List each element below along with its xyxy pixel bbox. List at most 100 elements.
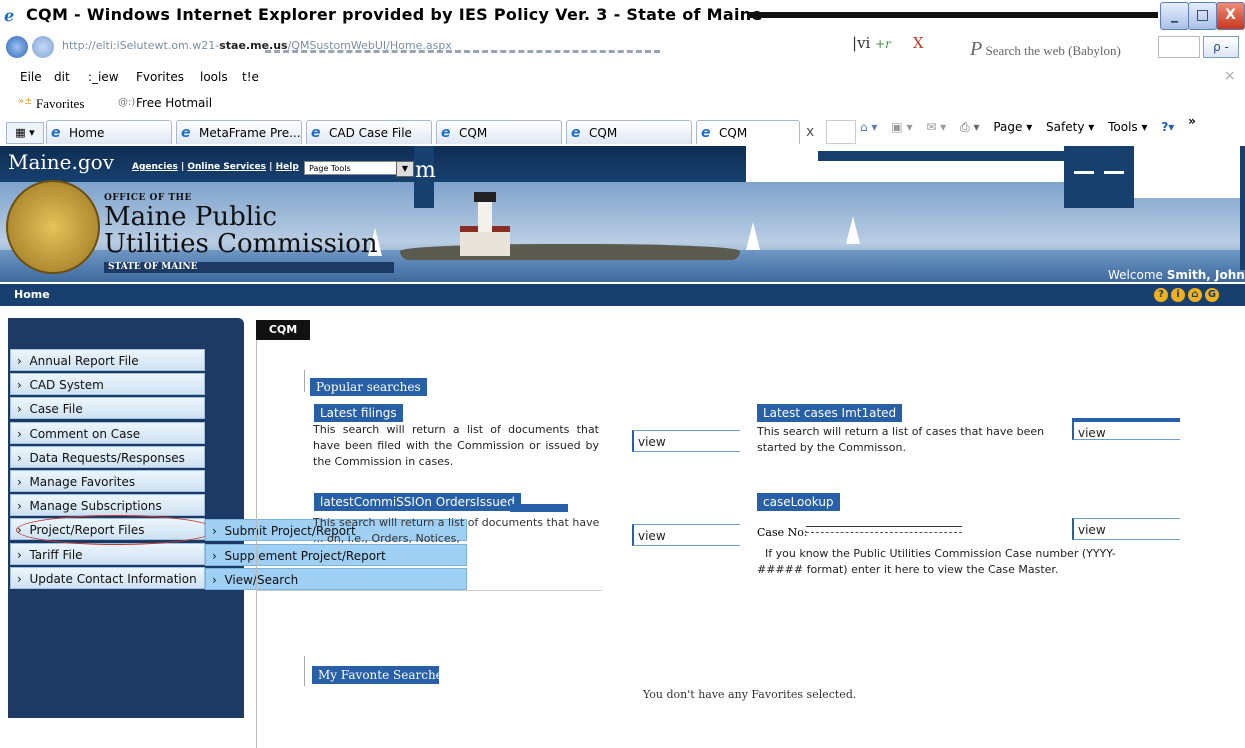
sidebar-item-tariff-file[interactable]: › Tariff File — [10, 543, 205, 565]
content-tab-cqm[interactable]: CQM — [256, 320, 310, 340]
menu-help[interactable]: t!e — [242, 70, 259, 84]
sidebar-item-manage-subscriptions[interactable]: › Manage Subscriptions — [10, 494, 205, 516]
help-icon[interactable]: ? — [1154, 288, 1168, 302]
menu-bar: Eile dit :_iew Fvorites lools t!e — [0, 64, 1245, 88]
address-underline — [265, 50, 660, 53]
latest-cases-view-button[interactable]: view — [1072, 418, 1180, 440]
header-icon-group: ? i ⌂ G — [1154, 286, 1222, 302]
search-go-button[interactable]: ρ - — [1203, 36, 1239, 58]
close-window-button[interactable]: X — [1216, 2, 1245, 30]
latest-cases-heading: Latest cases Imt1ated — [757, 404, 903, 422]
latest-orders-heading: latestCommiSSIOn OrdersIssued — [314, 493, 521, 511]
safety-menu[interactable]: Safety ▾ — [1046, 120, 1094, 134]
favorites-button[interactable]: Favorites — [36, 96, 84, 112]
tools-menu[interactable]: Tools ▾ — [1108, 120, 1147, 134]
info-icon[interactable]: i — [1171, 288, 1185, 302]
welcome-message: Welcome Smith, John — [1108, 268, 1245, 282]
latest-filings-description: This search will return a list of docume… — [313, 423, 599, 468]
sidebar-item-annual-report[interactable]: › Annual Report File — [10, 349, 205, 371]
help-link[interactable]: Help — [276, 162, 299, 172]
menu-edit[interactable]: dit — [54, 70, 70, 84]
agencies-link[interactable]: Agencies — [132, 162, 178, 172]
help-menu[interactable]: ?▾ — [1161, 120, 1174, 134]
chevron-down-icon[interactable]: ▼ — [396, 161, 414, 177]
divider — [304, 370, 305, 392]
sidebar-item-data-requests[interactable]: › Data Requests/Responses — [10, 446, 205, 468]
tab-cqm-2[interactable]: e CQM — [566, 120, 692, 144]
case-lookup-heading: caseLookup — [757, 493, 840, 511]
case-no-label: Case No: — [757, 526, 808, 539]
ie-tab-icon: e — [701, 125, 711, 141]
menu-favorites[interactable]: Fvorites — [136, 70, 184, 84]
window-title-bar: ℯ CQM - Windows Internet Explorer provid… — [0, 0, 1245, 32]
breadcrumb-bar — [0, 284, 1245, 306]
heading-rule — [510, 504, 568, 512]
new-tab-button[interactable] — [826, 120, 856, 144]
tab-cad-case-file[interactable]: e CAD Case File — [306, 120, 432, 144]
minimize-button[interactable]: _ — [1160, 2, 1189, 30]
command-bar: ⌂ ▾ ▣ ▾ ✉ ▾ ⎙ ▾ Page ▾ Safety ▾ Tools ▾ … — [860, 114, 1206, 144]
quick-tabs-button[interactable]: ▦ ▾ — [6, 122, 44, 144]
tab-cqm-1[interactable]: e CQM — [436, 120, 562, 144]
back-button[interactable] — [6, 36, 28, 58]
close-icon[interactable]: × — [1224, 68, 1236, 84]
tab-metaframe[interactable]: e MetaFrame Pre... — [176, 120, 302, 144]
redaction-patch — [1134, 168, 1242, 198]
latest-orders-view-button[interactable]: view — [632, 524, 740, 546]
sidebar-item-update-contact[interactable]: › Update Contact Information — [10, 567, 205, 589]
ie-tab-icon: e — [311, 125, 321, 141]
sidebar-item-manage-favorites[interactable]: › Manage Favorites — [10, 470, 205, 492]
tab-cqm-active[interactable]: e CQM — [696, 120, 800, 144]
maine-gov-logo[interactable]: Maine.gov — [8, 150, 114, 174]
home-icon[interactable]: ⌂ ▾ — [860, 120, 877, 134]
case-number-input[interactable] — [806, 532, 962, 533]
favorites-bar: »± Favorites @:) Free Hotmail — [0, 90, 1245, 116]
menu-view[interactable]: :_iew — [88, 70, 119, 84]
submenu-supplement-project[interactable]: › Supplement Project/Report — [205, 544, 467, 566]
latest-filings-view-button[interactable]: view — [632, 430, 740, 452]
menu-file[interactable]: Eile — [20, 70, 42, 84]
header-block — [1064, 146, 1134, 208]
hotmail-icon: @:) — [118, 97, 136, 108]
latest-cases-description: This search will return a list of cases … — [757, 425, 1045, 454]
divider — [304, 656, 305, 686]
mail-icon[interactable]: ✉ ▾ — [926, 120, 946, 134]
header-edge — [1240, 146, 1245, 270]
window-title: CQM - Windows Internet Explorer provided… — [26, 5, 763, 24]
state-label: STATE OF MAINE — [104, 262, 394, 273]
divider — [256, 590, 602, 591]
no-favorites-message: You don't have any Favorites selected. — [643, 688, 857, 701]
latest-filings-heading: Latest filings — [314, 404, 403, 422]
ie-tab-icon: e — [571, 125, 581, 141]
ie-tab-icon: e — [51, 125, 61, 141]
more-chevron-icon[interactable]: » — [1188, 114, 1196, 128]
hotmail-link[interactable]: Free Hotmail — [136, 96, 212, 110]
favorites-star-icon: »± — [18, 96, 33, 107]
divider — [806, 526, 962, 527]
close-tab-icon[interactable]: x — [806, 124, 814, 140]
sidebar-item-case-file[interactable]: › Case File — [10, 397, 205, 419]
state-seal-icon — [6, 180, 100, 274]
online-services-link[interactable]: Online Services — [187, 162, 266, 172]
search-input[interactable] — [1158, 36, 1200, 58]
feeds-icon[interactable]: ▣ ▾ — [891, 120, 912, 134]
breadcrumb-home[interactable]: Home — [14, 288, 50, 301]
page-menu[interactable]: Page ▾ — [993, 120, 1032, 134]
tab-home[interactable]: e Home — [46, 120, 172, 144]
sidebar-item-cad-system[interactable]: › CAD System — [10, 373, 205, 395]
print-icon[interactable]: ⎙ ▾ — [960, 120, 979, 134]
latest-orders-description: This search will return a list of docume… — [313, 516, 600, 545]
my-favorite-searches-heading: My Favonte Searches — [312, 666, 439, 684]
ie-logo-icon: ℯ — [4, 6, 15, 25]
web-search-field[interactable]: P Search the web (Babylon) — [970, 38, 1121, 61]
header-bar-fragment — [818, 151, 1064, 161]
ie-tab-icon: e — [181, 125, 191, 141]
submenu-view-search[interactable]: › View/Search — [205, 568, 467, 590]
case-lookup-view-button[interactable]: view — [1072, 518, 1180, 540]
menu-tools[interactable]: lools — [200, 70, 228, 84]
sidebar-item-comment-on-case[interactable]: › Comment on Case — [10, 422, 205, 444]
forward-button[interactable] — [32, 36, 54, 58]
home-icon[interactable]: ⌂ — [1188, 288, 1202, 302]
logout-icon[interactable]: G — [1205, 288, 1219, 302]
restore-button[interactable]: □ — [1188, 2, 1217, 30]
